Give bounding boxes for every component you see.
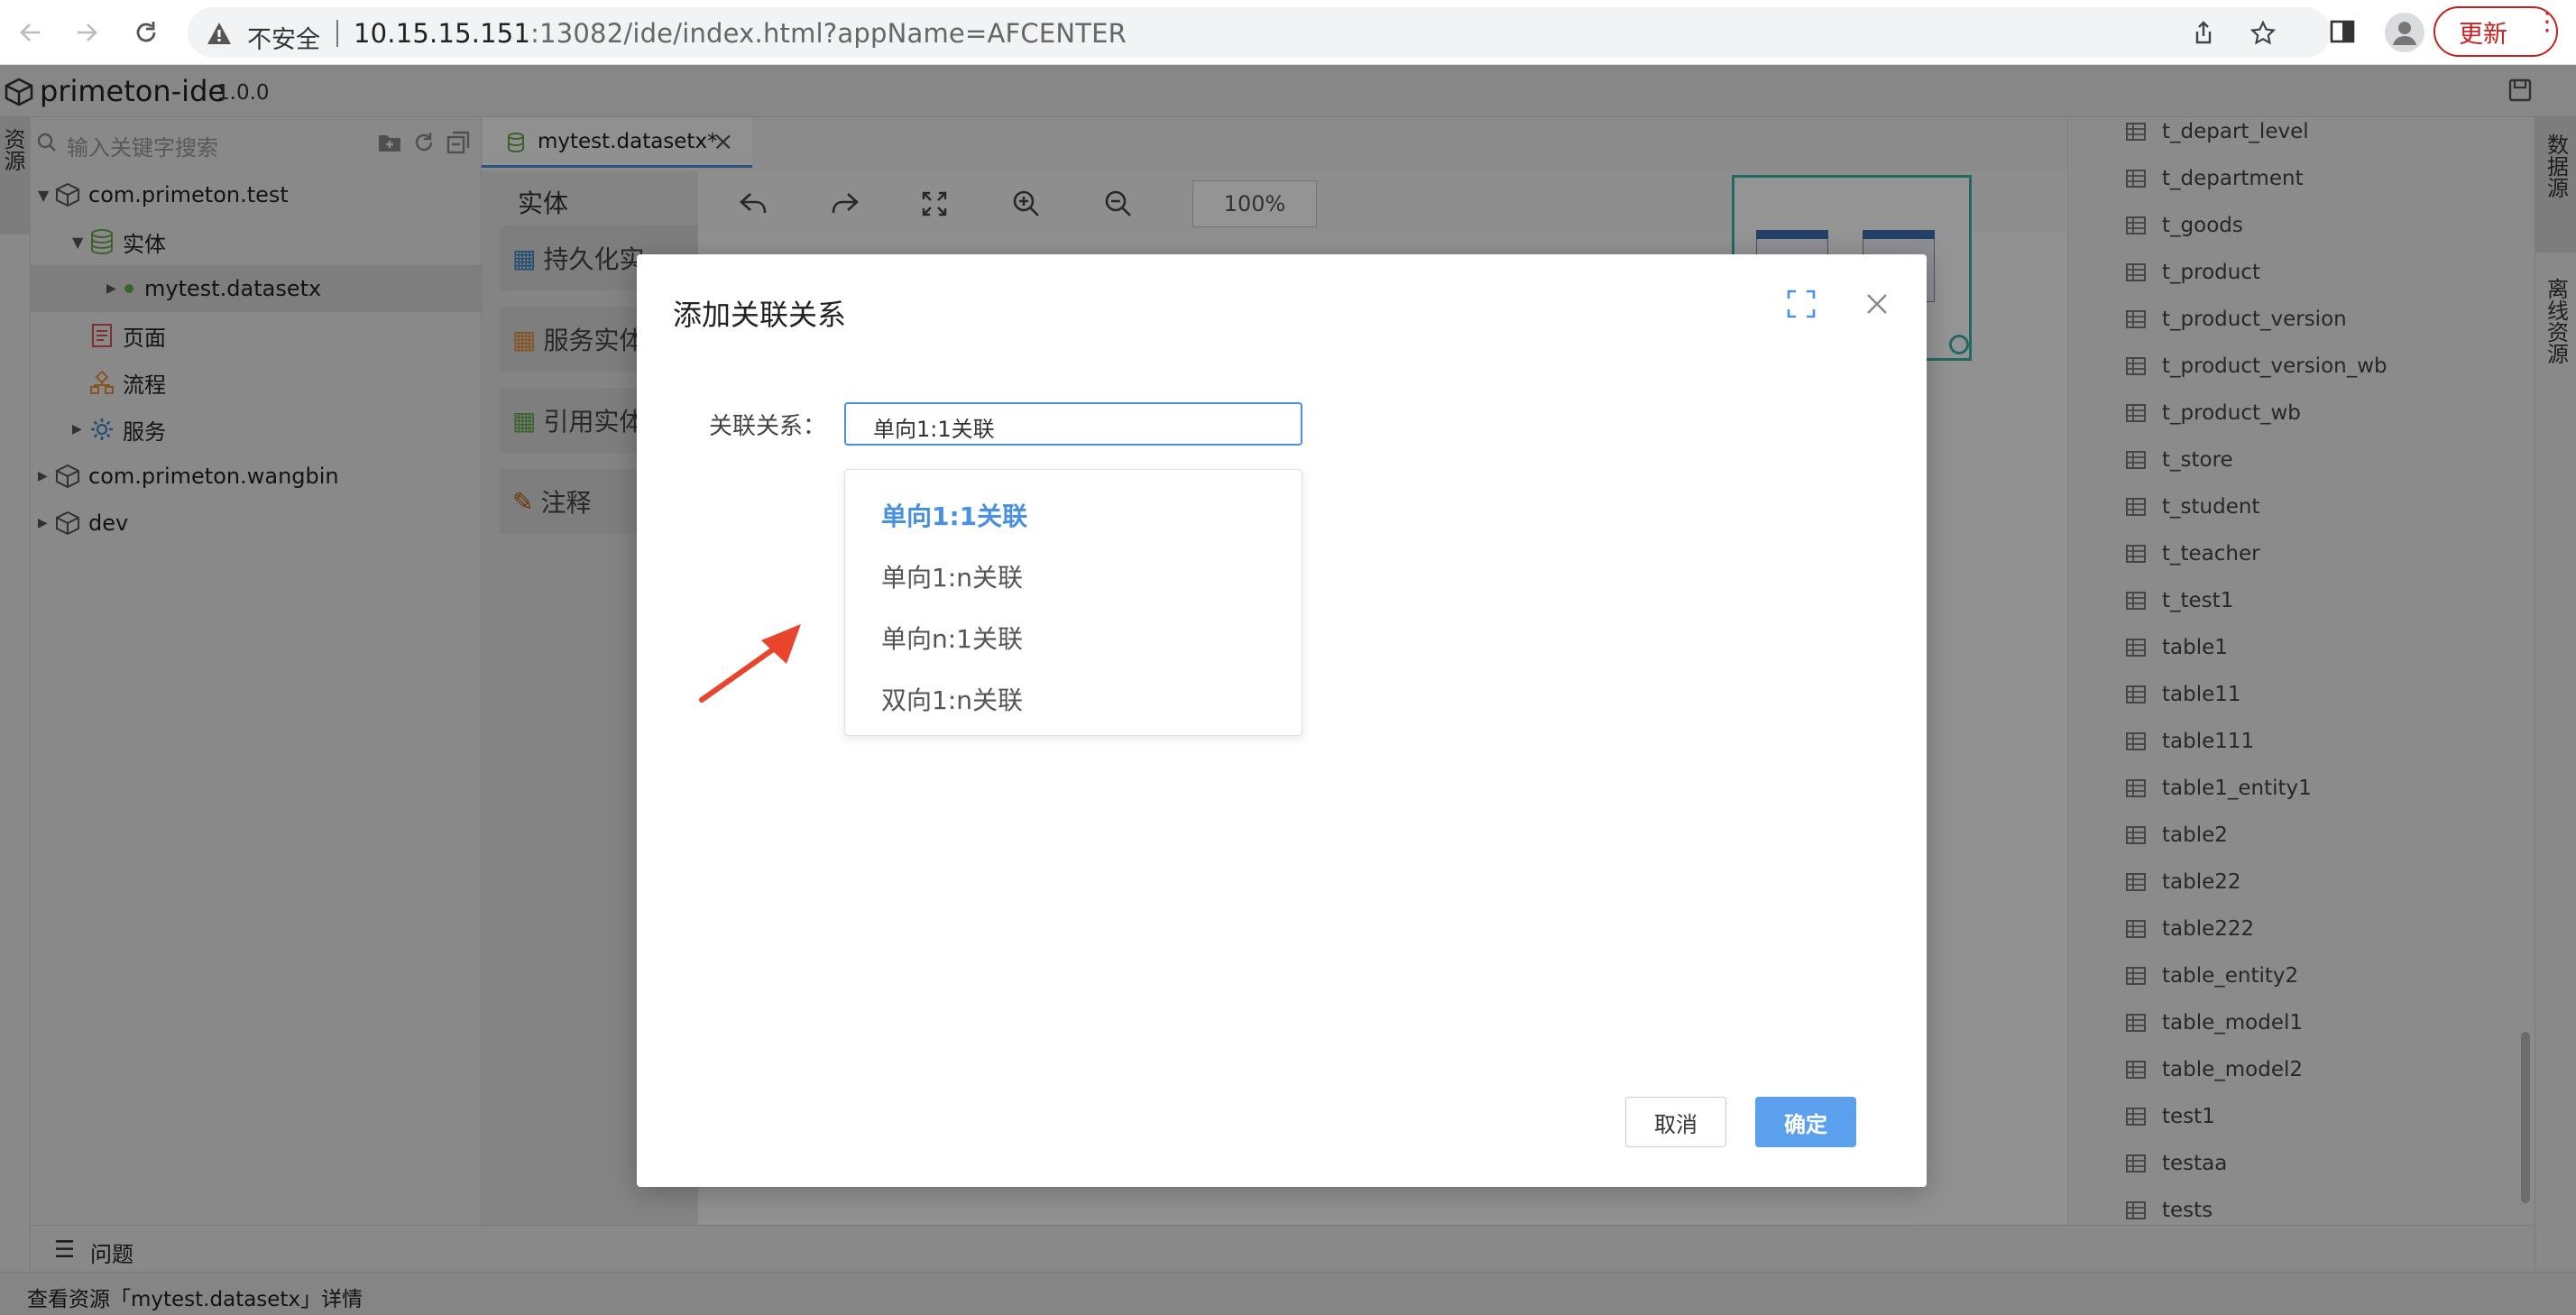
- security-label[interactable]: 不安全: [247, 20, 320, 55]
- share-icon[interactable]: [2190, 20, 2217, 47]
- option-one-to-many[interactable]: 单向1:n关联: [845, 549, 1303, 603]
- option-one-to-one[interactable]: 单向1:1关联: [845, 488, 1303, 542]
- option-bidirectional-one-to-many[interactable]: 双向1:n关联: [845, 672, 1303, 726]
- side-panel-icon[interactable]: [2329, 18, 2356, 45]
- person-icon: [2393, 22, 2416, 45]
- more-vert-icon: ⋮: [2535, 6, 2560, 36]
- url-text[interactable]: 10.15.15.151:13082/ide/index.html?appNam…: [354, 18, 1127, 49]
- reload-icon: [136, 22, 156, 42]
- address-bar[interactable]: 不安全 10.15.15.151:13082/ide/index.html?ap…: [188, 7, 2331, 58]
- profile-avatar[interactable]: [2385, 13, 2424, 52]
- back-button[interactable]: [13, 14, 49, 51]
- back-arrow-icon: [20, 23, 40, 41]
- add-relation-dialog: 添加关联关系 关联关系： 单向1:1关联 单向1:1关联 单向1:n关联 单向n…: [637, 254, 1927, 1187]
- forward-arrow-icon: [78, 23, 97, 41]
- forward-button[interactable]: [69, 14, 105, 51]
- annotation-arrow-icon: [699, 624, 801, 703]
- option-many-to-one[interactable]: 单向n:1关联: [845, 611, 1303, 665]
- update-label: 更新: [2459, 20, 2507, 49]
- close-icon[interactable]: [1863, 290, 1891, 317]
- relation-field-label: 关联关系：: [709, 413, 827, 440]
- reload-button[interactable]: [128, 14, 164, 51]
- bookmark-star-icon[interactable]: [2249, 20, 2277, 47]
- confirm-button[interactable]: 确定: [1755, 1097, 1856, 1147]
- warning-icon: [207, 23, 231, 44]
- relation-select[interactable]: 单向1:1关联: [844, 402, 1302, 446]
- relation-dropdown: 单向1:1关联 单向1:n关联 单向n:1关联 双向1:n关联: [844, 469, 1302, 736]
- cancel-button[interactable]: 取消: [1625, 1097, 1726, 1147]
- update-button[interactable]: 更新 ⋮: [2433, 6, 2560, 57]
- dialog-title: 添加关联关系: [673, 298, 847, 332]
- address-separator: [336, 20, 338, 47]
- maximize-icon[interactable]: [1786, 289, 1817, 319]
- browser-toolbar: 不安全 10.15.15.151:13082/ide/index.html?ap…: [0, 0, 2576, 65]
